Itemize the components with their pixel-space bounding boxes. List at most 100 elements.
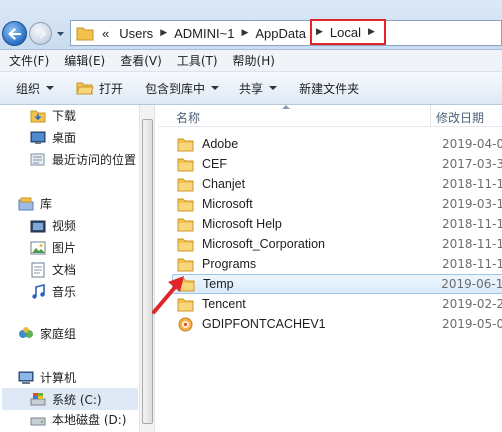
- open-button[interactable]: 打开: [62, 72, 131, 104]
- nav-item-videos[interactable]: 视频: [30, 217, 76, 234]
- nav-item-label: 本地磁盘 (D:): [52, 413, 127, 427]
- menu-bar: 文件(F) 编辑(E) 查看(V) 工具(T) 帮助(H): [0, 50, 502, 72]
- nav-item-documents[interactable]: 文档: [30, 261, 76, 278]
- crumb-separator-icon[interactable]: ▶: [238, 28, 251, 38]
- crumb-separator-icon[interactable]: ▶: [316, 27, 326, 37]
- folder-icon: [177, 198, 194, 211]
- folder-icon: [177, 238, 194, 251]
- address-row: « Users ▶ ADMINI~1 ▶ AppData ▶ Local ▶: [0, 0, 502, 50]
- new-folder-label: 新建文件夹: [299, 81, 360, 96]
- forward-button[interactable]: [29, 22, 52, 45]
- file-row[interactable]: GDIPFONTCACHEV1 2019-05-05: [172, 314, 502, 334]
- file-date: 2019-05-05: [442, 317, 502, 331]
- sort-indicator-icon: [282, 105, 290, 109]
- file-name: Adobe: [202, 137, 239, 151]
- share-button[interactable]: 共享: [227, 72, 285, 104]
- file-name: Temp: [203, 277, 234, 291]
- crumb-appdata[interactable]: AppData: [251, 21, 310, 45]
- music-icon: [32, 283, 45, 299]
- recent-pages-dropdown-icon[interactable]: [56, 29, 65, 38]
- organize-button[interactable]: 组织: [0, 72, 62, 104]
- command-bar: 组织 打开 包含到库中 共享 新建文件夹: [0, 72, 502, 105]
- file-name: Microsoft Help: [202, 217, 282, 231]
- forward-arrow-icon: [35, 28, 47, 39]
- nav-item-pictures[interactable]: 图片: [30, 239, 76, 256]
- dropdown-caret-icon: [211, 86, 220, 90]
- menu-file[interactable]: 文件(F): [0, 52, 55, 69]
- desktop-icon: [30, 131, 46, 144]
- crumb-separator-icon[interactable]: ▶: [157, 28, 170, 38]
- file-name: CEF: [202, 157, 227, 171]
- nav-item-label: 最近访问的位置: [52, 153, 137, 167]
- dropdown-caret-icon: [269, 86, 278, 90]
- menu-view[interactable]: 查看(V): [111, 52, 168, 69]
- nav-item-label: 音乐: [52, 285, 77, 299]
- nav-item-drive-d[interactable]: 本地磁盘 (D:): [30, 411, 126, 428]
- file-date: 2018-11-12: [442, 217, 502, 231]
- file-date: 2019-02-20: [442, 297, 502, 311]
- crumb-admin[interactable]: ADMINI~1: [170, 21, 238, 45]
- nav-item-desktop[interactable]: 桌面: [30, 129, 76, 146]
- nav-item-computer[interactable]: 计算机: [18, 369, 76, 386]
- menu-tools[interactable]: 工具(T): [168, 52, 224, 69]
- downloads-folder-icon: [30, 110, 46, 122]
- documents-icon: [31, 262, 45, 277]
- file-row[interactable]: CEF 2017-03-31: [172, 154, 502, 174]
- file-row[interactable]: Programs 2018-11-12: [172, 254, 502, 274]
- nav-item-label: 视频: [52, 219, 77, 233]
- file-row[interactable]: Microsoft_Corporation 2018-11-12: [172, 234, 502, 254]
- crumb-users[interactable]: Users: [115, 21, 157, 45]
- file-row[interactable]: Microsoft Help 2018-11-12: [172, 214, 502, 234]
- crumb-local[interactable]: Local: [326, 21, 365, 43]
- nav-item-label: 家庭组: [40, 327, 77, 341]
- local-disk-icon: [30, 417, 46, 425]
- homegroup-icon: [19, 326, 33, 338]
- menu-edit[interactable]: 编辑(E): [55, 52, 111, 69]
- nav-item-label: 下载: [52, 109, 77, 123]
- include-in-library-button[interactable]: 包含到库中: [131, 72, 227, 104]
- nav-item-label: 系统 (C:): [52, 392, 102, 407]
- nav-item-music[interactable]: 音乐: [30, 283, 76, 300]
- file-row-temp-highlighted[interactable]: Temp 2019-06-17: [172, 274, 502, 294]
- file-row[interactable]: Adobe 2019-04-02: [172, 134, 502, 154]
- column-name[interactable]: 名称: [176, 109, 200, 126]
- library-icon: [18, 197, 34, 210]
- menu-help[interactable]: 帮助(H): [224, 52, 281, 69]
- share-label: 共享: [239, 81, 264, 96]
- file-name: Microsoft_Corporation: [202, 237, 325, 251]
- nav-item-label: 计算机: [40, 371, 77, 385]
- navigation-pane: 下载 桌面 最近访问的位置 库 视频 图片 文档 音乐 家庭组 计算机 系统 (…: [0, 105, 154, 432]
- nav-item-libraries[interactable]: 库: [18, 195, 52, 212]
- file-name: Microsoft: [202, 197, 253, 211]
- nav-item-drive-c[interactable]: 系统 (C:): [2, 388, 138, 410]
- folder-icon: [177, 218, 194, 231]
- pictures-icon: [30, 241, 46, 254]
- crumb-separator-icon[interactable]: ▶: [365, 27, 378, 37]
- nav-item-homegroup[interactable]: 家庭组: [18, 325, 76, 342]
- file-date: 2017-03-31: [442, 157, 502, 171]
- nav-item-downloads[interactable]: 下载: [30, 107, 76, 124]
- file-date: 2018-11-12: [442, 177, 502, 191]
- back-button[interactable]: [2, 21, 27, 46]
- font-cache-file-icon: [178, 317, 193, 331]
- nav-item-label: 文档: [52, 263, 77, 277]
- open-folder-icon: [76, 82, 94, 94]
- file-name: Tencent: [202, 297, 246, 311]
- nav-item-recent-places[interactable]: 最近访问的位置: [30, 151, 136, 168]
- computer-icon: [18, 371, 34, 384]
- folder-location-icon: [76, 27, 94, 41]
- new-folder-button[interactable]: 新建文件夹: [285, 72, 367, 104]
- include-in-library-label: 包含到库中: [145, 81, 206, 96]
- column-header: 名称 修改日期: [158, 105, 502, 127]
- folder-icon: [177, 178, 194, 191]
- file-row[interactable]: Chanjet 2018-11-12: [172, 174, 502, 194]
- column-separator[interactable]: [430, 105, 431, 127]
- overflow-chevron[interactable]: «: [100, 21, 115, 45]
- file-row[interactable]: Microsoft 2019-03-10: [172, 194, 502, 214]
- back-arrow-icon: [7, 27, 21, 40]
- file-name: GDIPFONTCACHEV1: [202, 317, 326, 331]
- column-date-modified[interactable]: 修改日期: [436, 109, 484, 126]
- address-bar[interactable]: « Users ▶ ADMINI~1 ▶ AppData ▶ Local ▶: [70, 19, 502, 46]
- nav-item-label: 库: [40, 197, 53, 211]
- file-row[interactable]: Tencent 2019-02-20: [172, 294, 502, 314]
